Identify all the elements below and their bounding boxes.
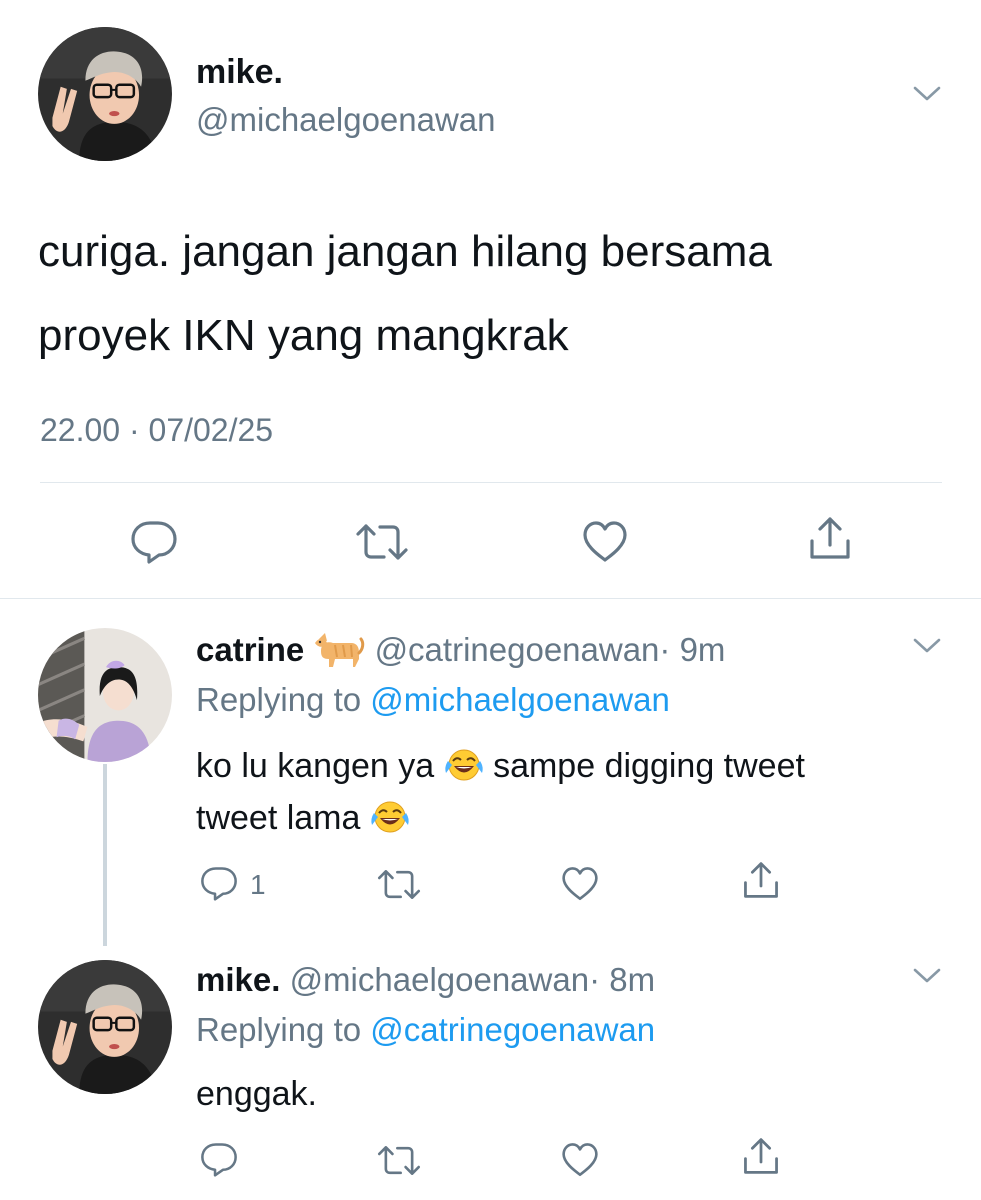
chevron-down-icon[interactable] xyxy=(912,84,942,104)
author-handle[interactable]: @catrinegoenawan xyxy=(375,631,660,668)
replying-to-handle[interactable]: @michaelgoenawan xyxy=(370,681,670,718)
tweet-text-line-1: curiga. jangan jangan hilang bersama xyxy=(38,227,772,276)
author-name[interactable]: mike. xyxy=(196,52,283,92)
retweet-icon[interactable] xyxy=(354,522,410,562)
chevron-down-icon[interactable] xyxy=(912,636,942,656)
tweet-text: curiga. jangan jangan hilang bersama pro… xyxy=(38,210,958,378)
like-icon[interactable] xyxy=(560,866,600,902)
avatar-mike[interactable] xyxy=(38,960,172,1094)
author-name[interactable]: catrine xyxy=(196,631,304,668)
like-icon[interactable] xyxy=(581,520,629,564)
reply-text-part-3: tweet lama xyxy=(196,799,361,837)
chevron-down-icon[interactable] xyxy=(912,966,942,986)
cat-emoji xyxy=(315,633,365,667)
reply-text-part-1: ko lu kangen ya xyxy=(196,747,435,785)
reply-icon[interactable] xyxy=(130,520,178,564)
share-icon[interactable] xyxy=(808,515,852,561)
author-handle[interactable]: @michaelgoenawan xyxy=(196,100,496,140)
replying-to: Replying to @michaelgoenawan xyxy=(196,678,670,722)
replying-to-label: Replying to xyxy=(196,681,362,718)
like-icon[interactable] xyxy=(560,1142,600,1178)
tweet-text-line-2: proyek IKN yang mangkrak xyxy=(38,311,569,360)
author-handle[interactable]: @michaelgoenawan xyxy=(290,961,590,998)
divider xyxy=(0,598,981,599)
reply-icon[interactable] xyxy=(200,1142,238,1177)
share-icon[interactable] xyxy=(742,860,780,900)
reply-text: enggak. xyxy=(196,1075,317,1113)
reply-text-part-2: sampe digging tweet xyxy=(493,747,805,785)
reply-icon[interactable] xyxy=(200,866,238,901)
reply-header: catrine @catrinegoenawan· 9m xyxy=(196,628,725,672)
thread-line xyxy=(103,764,107,946)
face-with-tears-of-joy-emoji xyxy=(444,747,484,783)
reply-time: · 8m xyxy=(589,961,656,998)
divider xyxy=(40,482,942,483)
replying-to-label: Replying to xyxy=(196,1011,362,1048)
face-with-tears-of-joy-emoji xyxy=(370,799,410,835)
reply-time: · 9m xyxy=(659,631,726,668)
author-name[interactable]: mike. xyxy=(196,961,280,998)
reply-text: ko lu kangen ya sampe digging tweet twee… xyxy=(196,740,956,844)
tweet-timestamp: 22.00 · 07/02/25 xyxy=(40,412,274,448)
replying-to: Replying to @catrinegoenawan xyxy=(196,1008,655,1052)
retweet-icon[interactable] xyxy=(376,868,422,901)
replying-to-handle[interactable]: @catrinegoenawan xyxy=(370,1011,655,1048)
reply-count: 1 xyxy=(250,869,266,900)
avatar-catrine[interactable] xyxy=(38,628,172,762)
avatar-mike[interactable] xyxy=(38,27,172,161)
share-icon[interactable] xyxy=(742,1136,780,1176)
retweet-icon[interactable] xyxy=(376,1144,422,1177)
reply-header: mike. @michaelgoenawan· 8m xyxy=(196,958,655,1002)
